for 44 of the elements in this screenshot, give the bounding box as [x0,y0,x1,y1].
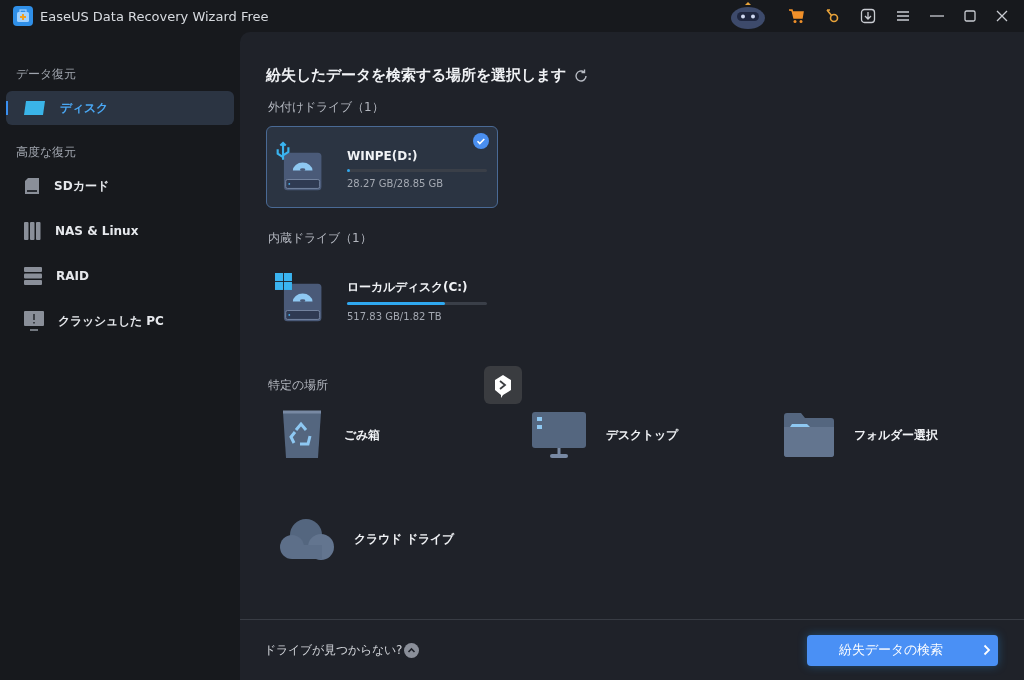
location-item[interactable]: クラウド ドライブ [280,512,532,566]
group-heading: 外付けドライブ（1） [268,99,385,116]
location-item[interactable]: フォルダー選択 [784,408,1024,462]
maximize-icon[interactable] [964,10,976,22]
floating-app-icon[interactable] [484,366,522,404]
caret-up-icon[interactable] [404,642,420,658]
refresh-icon[interactable] [574,68,588,83]
location-item[interactable]: ごみ箱 [280,408,532,462]
group-heading: 内蔵ドライブ（1） [268,230,373,247]
sidebar-item[interactable]: SDカード [6,169,234,203]
sidebar-item[interactable]: NAS & Linux [6,214,234,248]
folder-icon [784,413,834,457]
cloud-icon [280,517,334,561]
check-icon [473,133,489,149]
server-bays-icon [24,222,41,240]
key-icon[interactable] [824,8,840,24]
app-logo-icon [12,5,34,27]
drive-card[interactable]: WINPE(D:) 28.27 GB/28.85 GB [266,126,498,208]
sidebar-item[interactable]: RAID [6,259,234,293]
robot-avatar-icon[interactable] [728,2,768,30]
recycle-bin-icon [280,410,324,460]
server-stack-icon [24,267,42,285]
window-title: EaseUS Data Recovery Wizard Free [40,8,269,24]
warning-monitor-icon [24,311,44,331]
drive-usage: 517.83 GB/1.82 TB [347,310,443,322]
sidebar-item[interactable]: クラッシュした PC [6,304,234,338]
location-item[interactable]: デスクトップ [532,408,784,462]
drive-usage: 28.27 GB/28.85 GB [347,178,445,189]
sidebar-item[interactable]: ディスク [6,91,234,125]
group-heading: 特定の場所 [268,377,329,394]
page-title: 紛失したデータを検索する場所を選択します [266,66,566,85]
cart-icon[interactable] [788,8,804,24]
monitor-icon [532,412,586,458]
section-heading: 高度な復元 [15,144,77,161]
sd-card-icon [24,177,40,195]
menu-icon[interactable] [896,10,910,22]
chevron-right-icon [982,644,991,656]
drive-name: WINPE(D:) [347,149,419,163]
section-heading: データ復元 [15,66,77,83]
drive-not-found-link[interactable]: ドライブが見つからない? [264,641,403,659]
drive-name: ローカルディスク(C:) [347,278,469,296]
close-icon[interactable] [996,10,1008,22]
download-icon[interactable] [860,8,876,24]
drive-card[interactable]: ローカルディスク(C:) 517.83 GB/1.82 TB [266,257,498,339]
